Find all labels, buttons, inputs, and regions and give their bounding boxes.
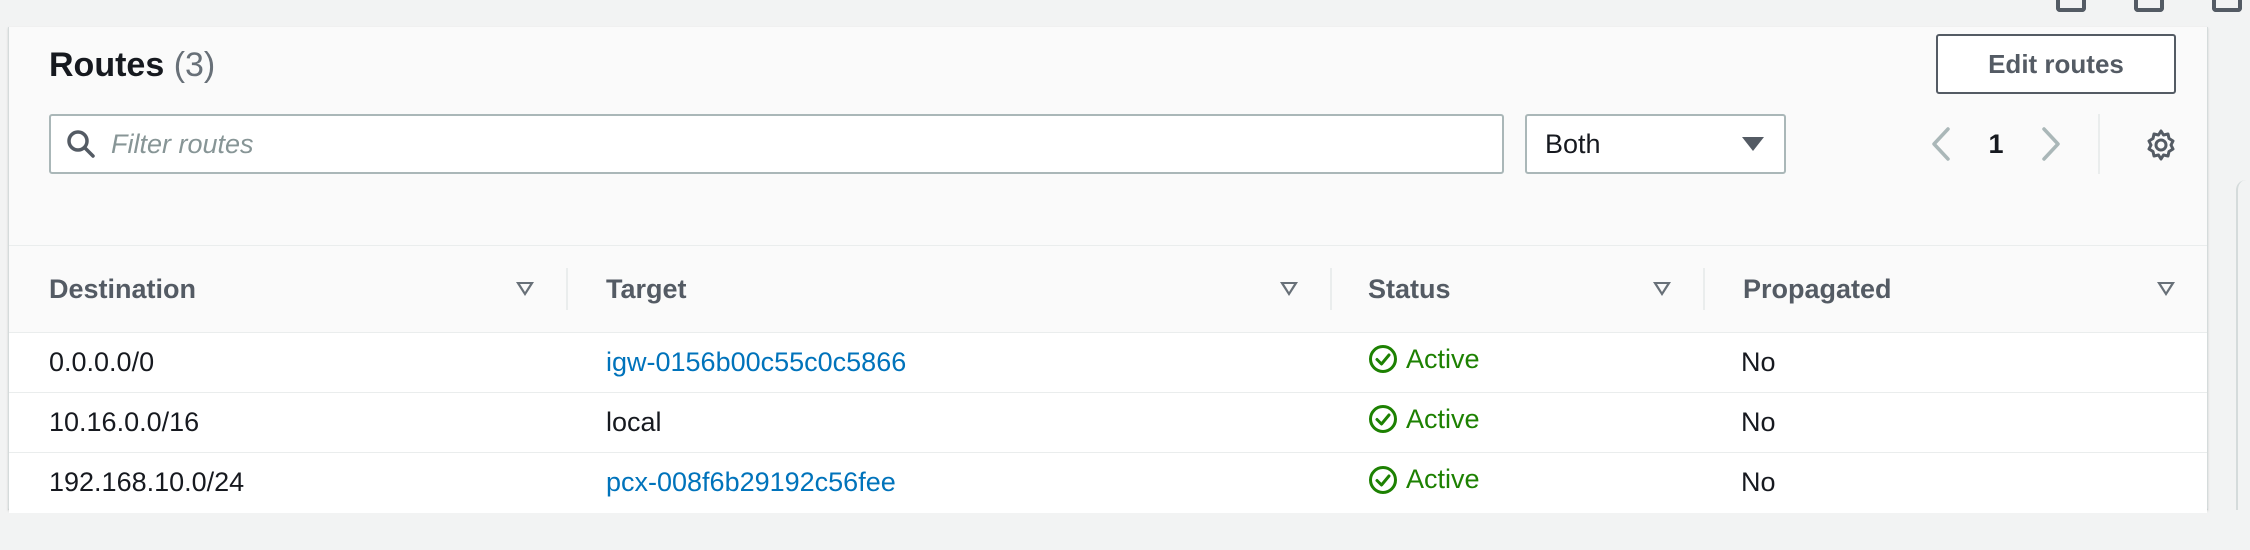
propagated-cell: No xyxy=(1703,392,2207,453)
title-text: Routes xyxy=(49,46,165,84)
column-label: Propagated xyxy=(1743,273,1892,304)
destination-cell: 10.16.0.0/16 xyxy=(9,392,566,453)
sort-icon[interactable] xyxy=(2157,282,2175,296)
page-title: Routes (3) xyxy=(49,46,215,85)
column-label: Status xyxy=(1368,273,1451,304)
status-cell: Active xyxy=(1330,453,1703,513)
sort-icon[interactable] xyxy=(1280,282,1298,296)
current-page[interactable]: 1 xyxy=(1963,129,2029,160)
column-divider[interactable] xyxy=(1330,268,1332,310)
status-cell: Active xyxy=(1330,332,1703,393)
adjacent-panel-edge xyxy=(2236,180,2250,510)
check-circle-icon xyxy=(1369,465,1397,494)
sort-icon[interactable] xyxy=(516,282,534,296)
chevron-left-icon[interactable] xyxy=(1919,119,1963,169)
pagination: 1 xyxy=(1919,114,2073,174)
column-divider[interactable] xyxy=(566,268,568,310)
target-link[interactable]: pcx-008f6b29192c56fee xyxy=(606,467,896,497)
table-row[interactable]: 192.168.10.0/24 pcx-008f6b29192c56fee Ac… xyxy=(9,452,2207,513)
status-badge: Active xyxy=(1368,464,1480,495)
status-badge: Active xyxy=(1368,404,1480,435)
column-header-target[interactable]: Target xyxy=(566,245,1330,333)
table-row[interactable]: 10.16.0.0/16 local Active No xyxy=(9,392,2207,453)
propagated-cell: No xyxy=(1741,467,1776,498)
target-cell: igw-0156b00c55c0c5866 xyxy=(566,332,1330,393)
gear-icon[interactable] xyxy=(2133,117,2189,173)
status-badge: Active xyxy=(1368,344,1480,375)
panel-icon[interactable] xyxy=(2212,0,2242,12)
sort-icon[interactable] xyxy=(1653,282,1671,296)
search-icon xyxy=(51,116,111,172)
filter-routes-field[interactable] xyxy=(49,114,1504,174)
edit-routes-button[interactable]: Edit routes xyxy=(1936,34,2176,94)
caret-down-icon xyxy=(1742,137,1764,151)
target-cell: pcx-008f6b29192c56fee xyxy=(566,453,1330,513)
destination-cell: 0.0.0.0/0 xyxy=(9,332,566,393)
search-input[interactable] xyxy=(111,119,1502,169)
column-header-status[interactable]: Status xyxy=(1330,245,1703,333)
status-text: Active xyxy=(1406,464,1480,494)
status-cell: Active xyxy=(1330,392,1703,453)
destination-cell: 192.168.10.0/24 xyxy=(49,467,245,498)
table-row[interactable]: 0.0.0.0/0 igw-0156b00c55c0c5866 Active N… xyxy=(9,332,2207,393)
column-divider[interactable] xyxy=(1703,268,1705,310)
column-label: Destination xyxy=(49,273,197,304)
routes-panel: Routes (3) Edit routes Both 1 xyxy=(8,27,2208,513)
column-header-propagated[interactable]: Propagated xyxy=(1703,245,2207,333)
chevron-right-icon[interactable] xyxy=(2029,119,2073,169)
column-header-destination[interactable]: Destination xyxy=(9,245,566,333)
propagation-select[interactable]: Both xyxy=(1525,114,1786,174)
status-text: Active xyxy=(1406,403,1480,434)
table-header-row: Destination Target Status Propagated xyxy=(9,245,2207,333)
pager-divider xyxy=(2098,114,2100,174)
check-circle-icon xyxy=(1369,405,1397,434)
select-value: Both xyxy=(1545,128,1601,159)
target-cell: local xyxy=(566,392,1330,453)
route-count: (3) xyxy=(173,46,216,84)
column-label: Target xyxy=(606,273,687,304)
panel-icon[interactable] xyxy=(2134,0,2164,12)
routes-header: Routes (3) Edit routes Both 1 xyxy=(9,27,2207,245)
target-link[interactable]: igw-0156b00c55c0c5866 xyxy=(606,347,906,377)
routes-table: Destination Target Status Propagated 0.0… xyxy=(9,245,2207,513)
panel-icon[interactable] xyxy=(2056,0,2086,12)
top-toolbar-icons xyxy=(2056,0,2250,12)
status-text: Active xyxy=(1406,343,1480,374)
check-circle-icon xyxy=(1369,345,1397,374)
propagated-cell: No xyxy=(1703,332,2207,393)
